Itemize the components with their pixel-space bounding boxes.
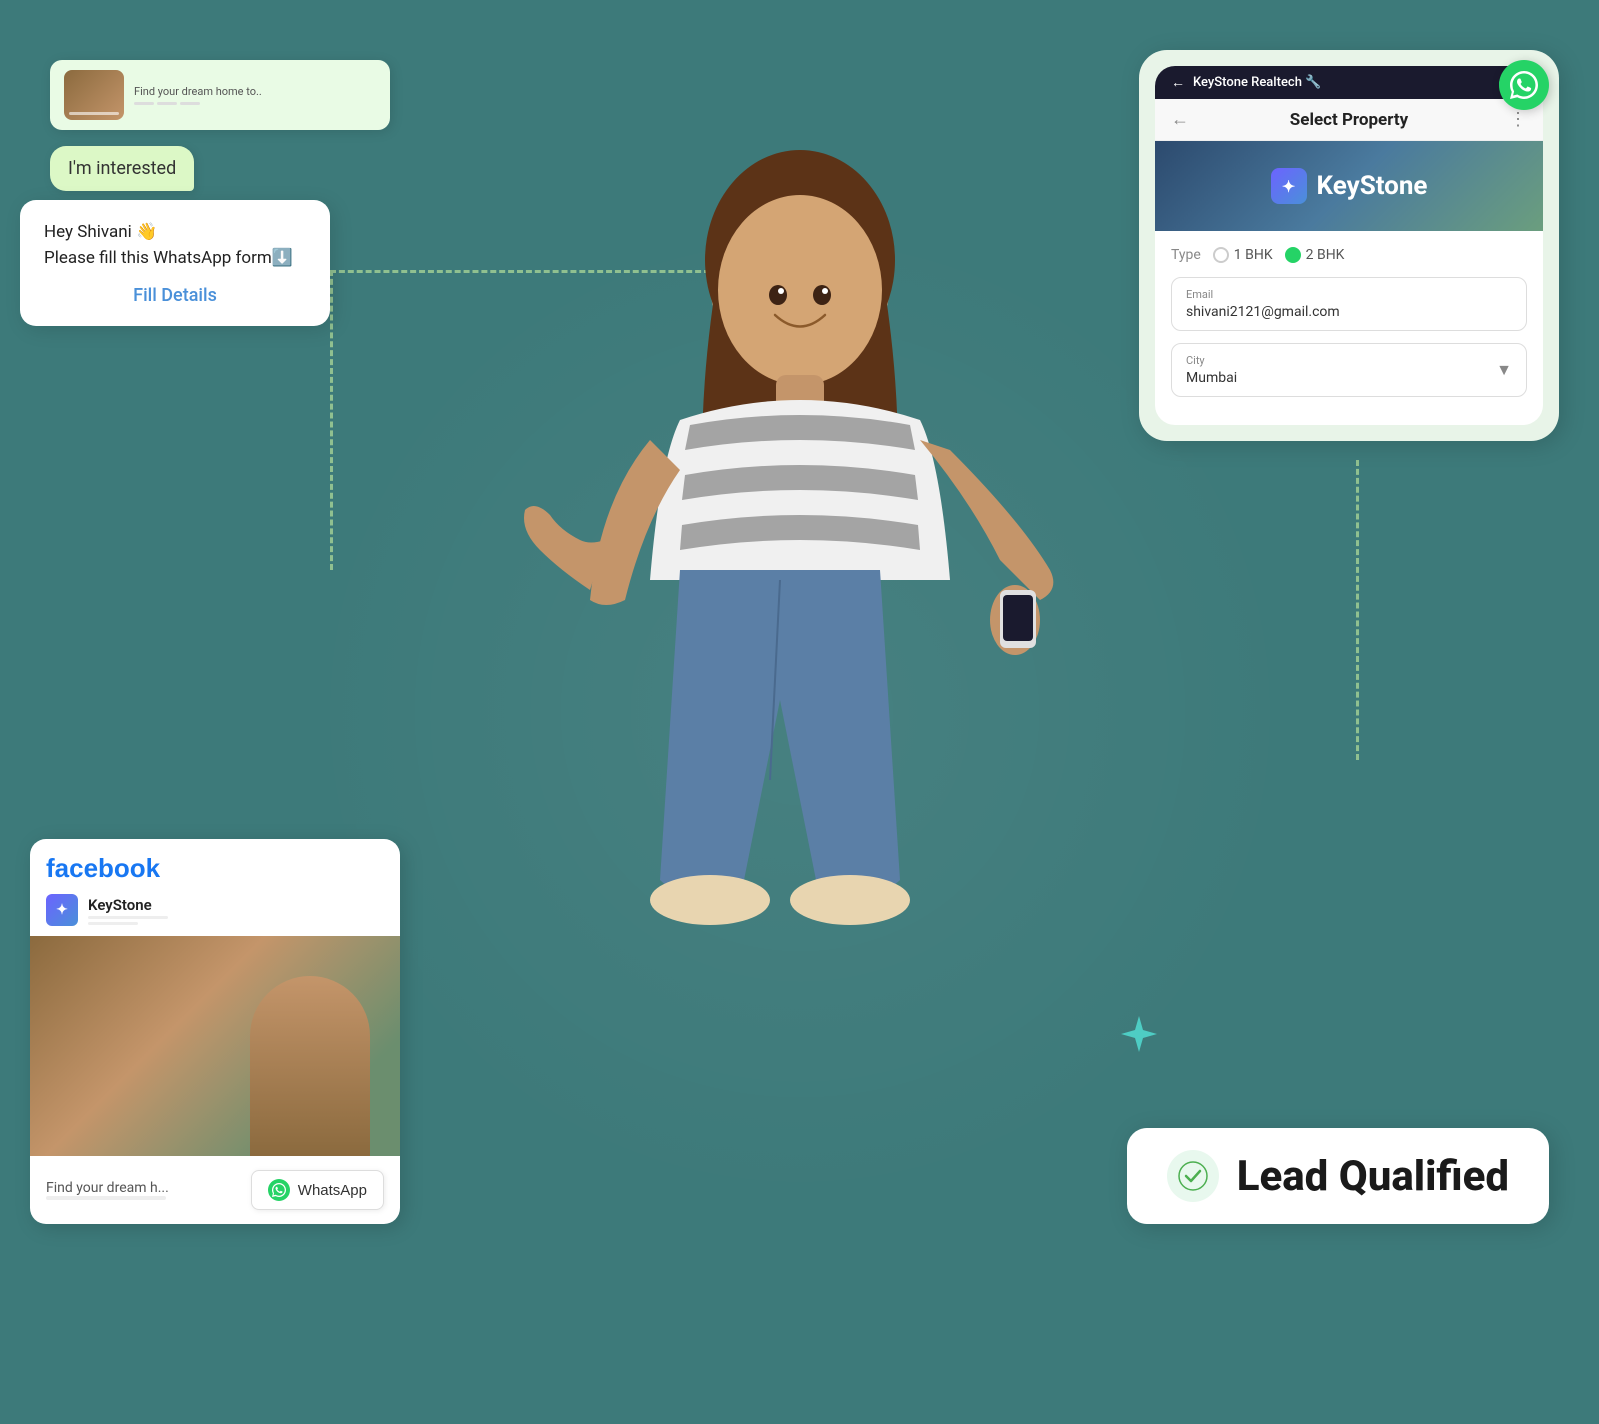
- whatsapp-cta-button[interactable]: WhatsApp: [251, 1170, 384, 1210]
- fb-footer: Find your dream h... WhatsApp: [30, 1156, 400, 1224]
- property-banner-logo: ✦ KeyStone: [1271, 168, 1428, 204]
- message-thumbnail-image: [64, 70, 124, 120]
- phone-status-bar: ← KeyStone Realtech 🔧 ⋮: [1155, 66, 1543, 99]
- facebook-ad-card: facebook ✦ KeyStone Find your dream h...…: [30, 839, 400, 1224]
- nav-more-icon[interactable]: ⋮: [1509, 109, 1527, 130]
- property-name: KeyStone: [1317, 171, 1428, 201]
- connector-vertical-right: [1356, 460, 1359, 760]
- fb-footer-lines: [46, 1196, 166, 1200]
- message-dots: [134, 102, 376, 105]
- select-property-phone-card: ← KeyStone Realtech 🔧 ⋮ ← Select Propert…: [1139, 50, 1559, 441]
- phone-contact-name: KeyStone Realtech 🔧: [1193, 75, 1321, 90]
- phone-inner-content: ← KeyStone Realtech 🔧 ⋮ ← Select Propert…: [1155, 66, 1543, 425]
- city-form-field[interactable]: City Mumbai ▼: [1171, 343, 1527, 397]
- lead-check-circle: [1167, 1150, 1219, 1202]
- city-field-content: City Mumbai: [1186, 354, 1237, 386]
- connector-vertical-left: [330, 270, 333, 570]
- sparkle-decoration: [1119, 1014, 1159, 1054]
- back-icon: ←: [1171, 74, 1185, 91]
- greeting-line2: Please fill this WhatsApp form⬇️: [44, 248, 293, 268]
- whatsapp-phone-badge: [1499, 60, 1549, 110]
- facebook-logo: facebook: [46, 853, 160, 884]
- fb-footer-text: Find your dream h...: [46, 1180, 169, 1196]
- 1bhk-radio: [1213, 247, 1229, 263]
- greeting-line1: Hey Shivani 👋: [44, 222, 157, 242]
- connector-horizontal: [330, 270, 710, 273]
- type-label: Type: [1171, 247, 1201, 263]
- message-preview-bubble: Find your dream home to..: [50, 60, 390, 130]
- property-banner: ✦ KeyStone: [1155, 141, 1543, 231]
- lead-qualified-text: Lead Qualified: [1237, 1152, 1509, 1201]
- message-text-area: Find your dream home to..: [134, 85, 376, 105]
- fill-details-link[interactable]: Fill Details: [44, 285, 306, 306]
- phone-nav-title: Select Property: [1290, 110, 1408, 130]
- fb-footer-left: Find your dream h...: [46, 1180, 169, 1200]
- nav-back-icon[interactable]: ←: [1171, 109, 1189, 130]
- whatsapp-btn-label: WhatsApp: [298, 1182, 367, 1199]
- phone-nav-bar: ← Select Property ⋮: [1155, 99, 1543, 141]
- email-value: shivani2121@gmail.com: [1186, 304, 1512, 320]
- type-2bhk-option[interactable]: 2 BHK: [1285, 247, 1345, 263]
- lead-qualified-badge: Lead Qualified: [1127, 1128, 1549, 1224]
- fb-ad-image: [30, 936, 400, 1156]
- city-dropdown-icon: ▼: [1496, 360, 1512, 380]
- fb-brand-info: KeyStone: [88, 896, 168, 925]
- email-form-field[interactable]: Email shivani2121@gmail.com: [1171, 277, 1527, 331]
- interested-message-bubble: I'm interested: [50, 146, 194, 191]
- property-form: Type 1 BHK 2 BHK Email shivani2121@gmail…: [1155, 231, 1543, 425]
- city-label: City: [1186, 354, 1237, 367]
- greeting-text: Hey Shivani 👋 Please fill this WhatsApp …: [44, 220, 306, 271]
- type-selection-row: Type 1 BHK 2 BHK: [1171, 247, 1527, 263]
- 1bhk-label: 1 BHK: [1234, 247, 1273, 263]
- fb-ad-person: [250, 976, 370, 1156]
- type-1bhk-option[interactable]: 1 BHK: [1213, 247, 1273, 263]
- check-icon: [1178, 1161, 1208, 1191]
- fb-brand-lines: [88, 916, 168, 925]
- 2bhk-label: 2 BHK: [1306, 247, 1345, 263]
- whatsapp-chat-card: Find your dream home to.. I'm interested: [50, 60, 390, 191]
- fb-brand-row: ✦ KeyStone: [30, 894, 400, 936]
- city-value: Mumbai: [1186, 370, 1237, 386]
- email-label: Email: [1186, 288, 1512, 301]
- keystone-brand-icon: ✦: [46, 894, 78, 926]
- whatsapp-icon: [268, 1179, 290, 1201]
- fb-brand-name: KeyStone: [88, 896, 168, 914]
- keystone-icon: ✦: [1271, 168, 1307, 204]
- fill-details-card: Hey Shivani 👋 Please fill this WhatsApp …: [20, 200, 330, 326]
- phone-status-left: ← KeyStone Realtech 🔧: [1171, 74, 1321, 91]
- interested-text: I'm interested: [68, 158, 176, 179]
- fb-header: facebook: [30, 839, 400, 894]
- message-preview-text: Find your dream home to..: [134, 85, 376, 98]
- 2bhk-radio: [1285, 247, 1301, 263]
